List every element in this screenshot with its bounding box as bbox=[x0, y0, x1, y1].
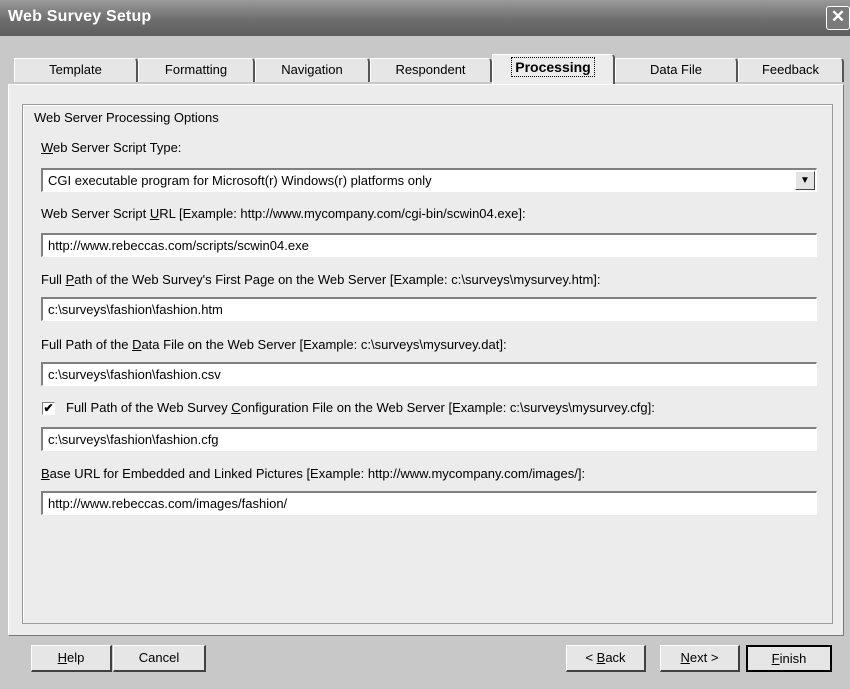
first-page-label: Full Path of the Web Survey's First Page… bbox=[41, 272, 601, 287]
base-url-input[interactable]: http://www.rebeccas.com/images/fashion/ bbox=[41, 491, 817, 515]
finish-button[interactable]: Finish bbox=[746, 645, 832, 672]
tab-template[interactable]: Template bbox=[14, 58, 138, 82]
tab-label: Processing bbox=[511, 57, 595, 77]
window-title: Web Survey Setup bbox=[8, 8, 152, 25]
script-url-input[interactable]: http://www.rebeccas.com/scripts/scwin04.… bbox=[41, 233, 817, 257]
cancel-button[interactable]: Cancel bbox=[113, 645, 206, 672]
tab-label: Feedback bbox=[761, 62, 820, 77]
config-file-label: Full Path of the Web Survey Configuratio… bbox=[66, 400, 655, 415]
script-type-dropdown[interactable]: CGI executable program for Microsoft(r) … bbox=[41, 168, 817, 192]
tab-formatting[interactable]: Formatting bbox=[138, 58, 255, 82]
tab-navigation[interactable]: Navigation bbox=[255, 58, 370, 82]
chevron-down-icon[interactable]: ▼ bbox=[795, 171, 815, 190]
config-file-input[interactable]: c:\surveys\fashion\fashion.cfg bbox=[41, 427, 817, 451]
script-type-label: Web Server Script Type: bbox=[41, 140, 182, 155]
tab-label: Navigation bbox=[281, 62, 343, 77]
close-icon[interactable]: ✕ bbox=[826, 6, 850, 30]
next-button[interactable]: Next > bbox=[660, 645, 740, 672]
data-file-input[interactable]: c:\surveys\fashion\fashion.csv bbox=[41, 362, 817, 386]
group-title: Web Server Processing Options bbox=[30, 110, 223, 125]
script-type-value: CGI executable program for Microsoft(r) … bbox=[48, 173, 432, 188]
tab-respondent[interactable]: Respondent bbox=[370, 58, 492, 82]
help-button[interactable]: Help bbox=[31, 645, 112, 672]
tab-label: Data File bbox=[649, 62, 703, 77]
data-file-label: Full Path of the Data File on the Web Se… bbox=[41, 337, 507, 352]
script-url-label: Web Server Script URL [Example: http://w… bbox=[41, 206, 526, 221]
back-button[interactable]: < Back bbox=[566, 645, 646, 672]
tab-data-file[interactable]: Data File bbox=[615, 58, 738, 82]
first-page-input[interactable]: c:\surveys\fashion\fashion.htm bbox=[41, 297, 817, 321]
tab-strip: Template Formatting Navigation Responden… bbox=[0, 52, 850, 86]
title-bar: Web Survey Setup ✕ bbox=[0, 0, 850, 36]
tab-feedback[interactable]: Feedback bbox=[738, 58, 844, 82]
tab-label: Template bbox=[49, 62, 102, 77]
tab-label: Formatting bbox=[164, 62, 228, 77]
tab-processing[interactable]: Processing bbox=[492, 54, 615, 84]
tab-label: Respondent bbox=[395, 62, 466, 77]
config-file-checkbox[interactable]: ✔ bbox=[42, 402, 55, 415]
base-url-label: Base URL for Embedded and Linked Picture… bbox=[41, 466, 586, 481]
